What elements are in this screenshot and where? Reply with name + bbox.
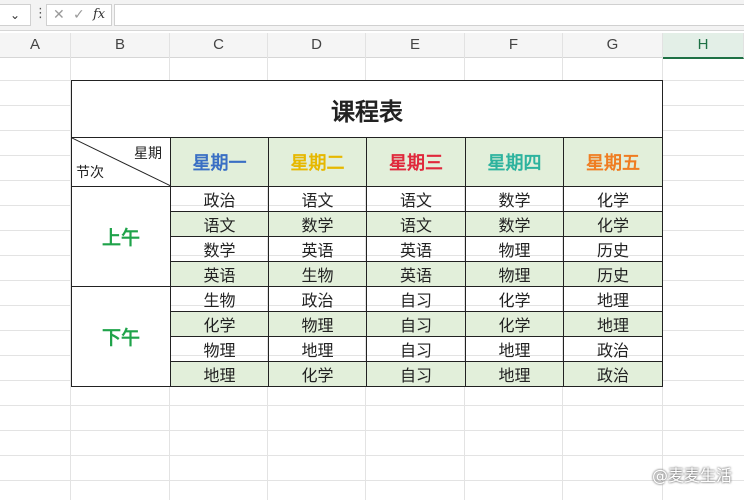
column-header-f[interactable]: F xyxy=(465,33,563,58)
formula-input[interactable] xyxy=(114,4,744,26)
subject-cell[interactable]: 地理 xyxy=(563,286,663,312)
gridline xyxy=(0,405,744,406)
subject-cell[interactable]: 生物 xyxy=(170,286,269,312)
schedule-table: 课程表 星期 节次 星期一 星期二 星期三 星期四 星期五 上午 政治 语文 语文 数学 化学 语文… xyxy=(71,80,663,387)
gridline xyxy=(0,480,744,481)
corner-period-label: 节次 xyxy=(76,165,104,181)
subject-cell[interactable]: 地理 xyxy=(465,361,564,387)
subject-cell[interactable]: 英语 xyxy=(170,261,269,287)
subject-cell[interactable]: 生物 xyxy=(268,261,367,287)
subject-cell[interactable]: 英语 xyxy=(366,261,466,287)
column-header-g[interactable]: G xyxy=(563,33,663,58)
confirm-icon[interactable]: ✓ xyxy=(73,5,85,25)
subject-cell[interactable]: 英语 xyxy=(268,236,367,262)
subject-cell[interactable]: 语文 xyxy=(268,186,367,212)
subject-cell[interactable]: 物理 xyxy=(465,236,564,262)
subject-cell[interactable]: 自习 xyxy=(366,336,466,362)
subject-cell[interactable]: 地理 xyxy=(170,361,269,387)
subject-cell[interactable]: 政治 xyxy=(268,286,367,312)
subject-cell[interactable]: 化学 xyxy=(465,311,564,337)
column-header-a[interactable]: A xyxy=(0,33,71,58)
subject-cell[interactable]: 物理 xyxy=(268,311,367,337)
day-header-1[interactable]: 星期一 xyxy=(170,137,269,187)
subject-cell[interactable]: 自习 xyxy=(366,286,466,312)
name-box-dropdown[interactable]: ⌄ xyxy=(0,4,31,26)
subject-cell[interactable]: 数学 xyxy=(465,211,564,237)
subject-cell[interactable]: 政治 xyxy=(563,361,663,387)
subject-cell[interactable]: 地理 xyxy=(563,311,663,337)
subject-cell[interactable]: 化学 xyxy=(170,311,269,337)
subject-cell[interactable]: 历史 xyxy=(563,236,663,262)
subject-cell[interactable]: 语文 xyxy=(366,211,466,237)
cancel-icon[interactable]: ✕ xyxy=(53,5,65,25)
subject-cell[interactable]: 自习 xyxy=(366,361,466,387)
subject-cell[interactable]: 政治 xyxy=(563,336,663,362)
morning-label[interactable]: 上午 xyxy=(71,186,171,287)
subject-cell[interactable]: 物理 xyxy=(465,261,564,287)
subject-cell[interactable]: 化学 xyxy=(563,186,663,212)
subject-cell[interactable]: 物理 xyxy=(170,336,269,362)
formula-bar: ⌄ ⋮ ✕ ✓ fx xyxy=(0,0,744,31)
subject-cell[interactable]: 化学 xyxy=(268,361,367,387)
corner-cell[interactable]: 星期 节次 xyxy=(71,137,171,187)
afternoon-label[interactable]: 下午 xyxy=(71,286,171,387)
day-header-5[interactable]: 星期五 xyxy=(563,137,663,187)
table-row: 下午 生物 政治 自习 化学 地理 xyxy=(71,286,663,387)
subject-cell[interactable]: 地理 xyxy=(465,336,564,362)
day-header-3[interactable]: 星期三 xyxy=(366,137,466,187)
column-header-h[interactable]: H xyxy=(663,33,744,59)
subject-cell[interactable]: 英语 xyxy=(366,236,466,262)
formula-buttons: ✕ ✓ fx xyxy=(46,4,112,26)
subject-cell[interactable]: 地理 xyxy=(268,336,367,362)
subject-cell[interactable]: 语文 xyxy=(366,186,466,212)
column-header-c[interactable]: C xyxy=(170,33,268,58)
table-row: 上午 政治 语文 语文 数学 化学 xyxy=(71,186,663,287)
table-title[interactable]: 课程表 xyxy=(71,80,663,138)
subject-cell[interactable]: 数学 xyxy=(268,211,367,237)
day-header-2[interactable]: 星期二 xyxy=(268,137,367,187)
gridline xyxy=(0,430,744,431)
fx-icon[interactable]: fx xyxy=(93,5,105,25)
gridline xyxy=(0,455,744,456)
subject-cell[interactable]: 语文 xyxy=(170,211,269,237)
column-header-b[interactable]: B xyxy=(71,33,170,58)
subject-cell[interactable]: 化学 xyxy=(465,286,564,312)
subject-cell[interactable]: 政治 xyxy=(170,186,269,212)
corner-weekday-label: 星期 xyxy=(134,146,162,162)
subject-cell[interactable]: 化学 xyxy=(563,211,663,237)
day-header-4[interactable]: 星期四 xyxy=(465,137,564,187)
column-header-d[interactable]: D xyxy=(268,33,366,58)
subject-cell[interactable]: 数学 xyxy=(170,236,269,262)
watermark: @麦麦生活 xyxy=(651,466,732,485)
column-header-e[interactable]: E xyxy=(366,33,465,58)
subject-cell[interactable]: 历史 xyxy=(563,261,663,287)
subject-cell[interactable]: 数学 xyxy=(465,186,564,212)
subject-cell[interactable]: 自习 xyxy=(366,311,466,337)
